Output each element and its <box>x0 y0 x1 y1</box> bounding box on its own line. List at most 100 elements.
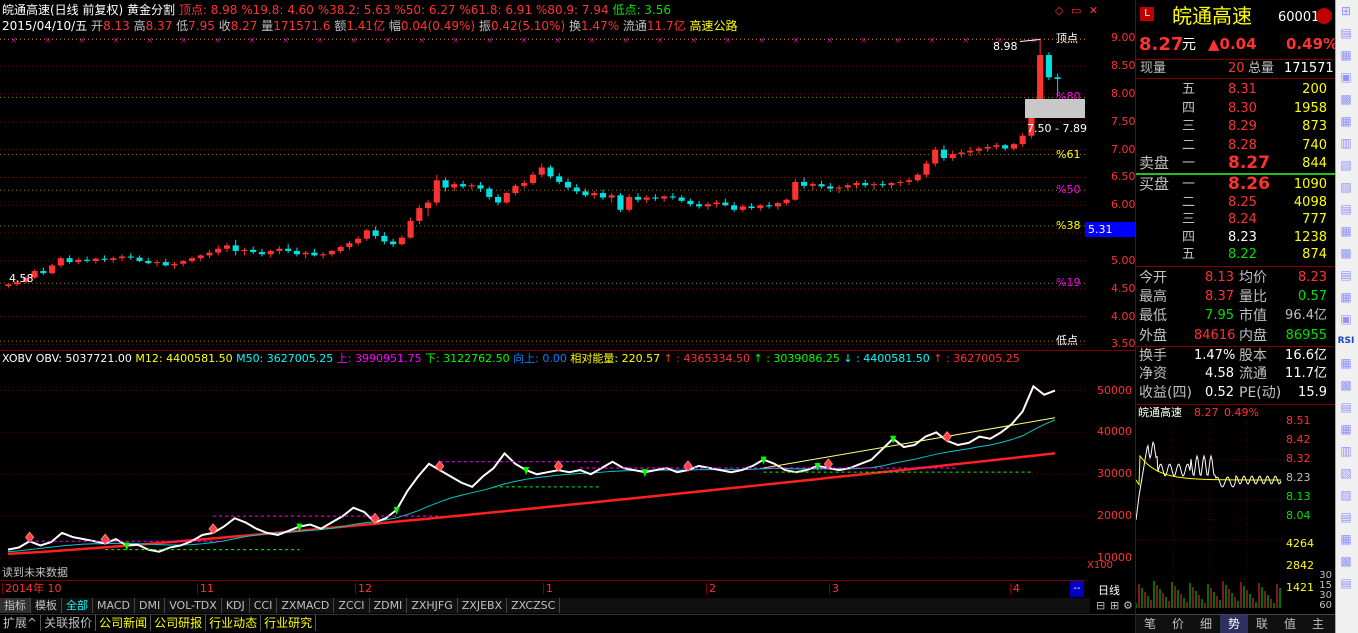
plus-icon[interactable]: ⊞ <box>1110 599 1119 612</box>
side-tool-icon[interactable]: ▣ <box>1336 308 1356 330</box>
diamond-icon[interactable]: ◇ <box>1055 4 1063 17</box>
indicator-tab[interactable]: 全部 <box>62 598 93 613</box>
candle-body <box>407 220 414 238</box>
bottom-link[interactable]: 行业动态 <box>206 615 262 631</box>
selection-box[interactable] <box>1025 99 1085 118</box>
side-tool-icon[interactable]: ▩ <box>1336 374 1356 396</box>
chart-controls[interactable]: ◇ ▭ ✕ <box>1055 4 1098 17</box>
side-tool-icon[interactable]: ▨ <box>1336 484 1356 506</box>
detail-tab[interactable]: 价 <box>1164 615 1192 633</box>
side-tool-icon[interactable]: ▤ <box>1336 396 1356 418</box>
marker-x: × <box>486 36 494 46</box>
l2-badge-icon[interactable]: L <box>1140 7 1154 21</box>
candle-body <box>800 181 808 186</box>
main-chart-area[interactable]: 皖通高速(日线 前复权) 黄金分割 顶点: 8.98 %19.8: 4.60 %… <box>0 0 1136 600</box>
now-vol: 20 <box>1228 61 1245 76</box>
obv-axis-label: 40000 <box>1097 425 1132 439</box>
side-tool-icon[interactable]: ▩ <box>1336 242 1356 264</box>
side-tool-icon[interactable]: ▤ <box>1336 572 1356 594</box>
side-tool-icon[interactable]: ▩ <box>1336 88 1356 110</box>
detail-tab[interactable]: 笔 <box>1136 615 1164 633</box>
alert-icon[interactable] <box>1316 8 1332 24</box>
order-book-row[interactable]: 二 8.25 4098 <box>1136 194 1333 212</box>
indicator-tab[interactable]: KDJ <box>222 598 250 613</box>
indicator-tab[interactable]: ZCCI <box>334 598 370 613</box>
side-tool-icon[interactable]: ▧ <box>1336 154 1356 176</box>
side-tool-icon[interactable]: ⊞ <box>1336 0 1356 22</box>
order-book-row[interactable]: 三 8.29 873 <box>1136 118 1333 136</box>
side-tool-icon[interactable]: ▦ <box>1336 286 1356 308</box>
mini-vol-label: 2842 <box>1286 559 1314 572</box>
order-book-row[interactable]: 五 8.22 874 <box>1136 246 1333 264</box>
detail-tab[interactable]: 势 <box>1220 615 1248 633</box>
now-vol-label: 现量 <box>1140 61 1167 76</box>
side-tool-icon[interactable]: ▦ <box>1336 418 1356 440</box>
side-tool-icon[interactable]: ▦ <box>1336 110 1356 132</box>
detail-tab[interactable]: 联 <box>1248 615 1276 633</box>
order-volume: 1090 <box>1293 177 1327 192</box>
side-tool-icon[interactable]: ▦ <box>1336 220 1356 242</box>
close-icon[interactable]: ✕ <box>1089 4 1098 17</box>
side-tool-icon[interactable]: ▤ <box>1336 22 1356 44</box>
side-tool-icon[interactable]: ▤ <box>1336 264 1356 286</box>
stat-value: 15.9 <box>1298 385 1327 401</box>
period-label[interactable]: 日线 <box>1098 582 1120 598</box>
indicator-tab[interactable]: VOL-TDX <box>165 598 222 613</box>
scroll-button[interactable]: -- <box>1070 581 1084 597</box>
order-book-row[interactable]: 四 8.23 1238 <box>1136 229 1333 247</box>
side-tool-icon[interactable]: ▥ <box>1336 440 1356 462</box>
order-book-row[interactable]: 买盘一 8.26 1090 <box>1136 176 1333 194</box>
indicator-tab[interactable]: 模板 <box>31 598 62 613</box>
side-tool-icon[interactable]: ▤ <box>1336 506 1356 528</box>
bottom-link[interactable]: 公司新闻 <box>96 615 152 631</box>
side-tool-icon[interactable]: RSI <box>1336 330 1356 352</box>
indicator-tab[interactable]: ZXMACD <box>277 598 335 613</box>
side-tool-icon[interactable]: ▥ <box>1336 132 1356 154</box>
quote-panel: L 皖通高速 600012 8.27 元 ▲0.04 0.49% 现量 20 总… <box>1135 0 1338 633</box>
intraday-chart[interactable] <box>1136 420 1284 608</box>
side-tool-icon[interactable]: ▨ <box>1336 176 1356 198</box>
obv-unit: X100 <box>1087 560 1113 571</box>
candle-body <box>188 258 196 261</box>
side-tool-icon[interactable]: ▣ <box>1336 66 1356 88</box>
stat-label: 收益(四) <box>1139 385 1192 402</box>
order-book-row[interactable]: 五 8.31 200 <box>1136 81 1333 99</box>
order-book-row[interactable]: 二 8.28 740 <box>1136 137 1333 155</box>
restore-icon[interactable]: ▭ <box>1071 4 1081 17</box>
side-tool-icon[interactable]: ▤ <box>1336 198 1356 220</box>
detail-tab[interactable]: 值 <box>1276 615 1304 633</box>
detail-tab[interactable]: 细 <box>1192 615 1220 633</box>
obv-item-value: 3122762.50 <box>439 352 510 365</box>
detail-tab[interactable]: 主 <box>1304 615 1332 633</box>
golden-point-value: 5.63 <box>359 3 391 17</box>
order-volume: 873 <box>1302 119 1327 134</box>
indicator-tab[interactable]: ZDMI <box>370 598 408 613</box>
order-book-row[interactable]: 四 8.30 1958 <box>1136 100 1333 118</box>
bottom-link[interactable]: 公司研报 <box>151 615 207 631</box>
indicator-tab[interactable]: CCI <box>250 598 278 613</box>
marker-x: × <box>622 36 630 46</box>
order-book-row[interactable]: 三 8.24 777 <box>1136 211 1333 229</box>
settings-icon[interactable]: ⚙ <box>1123 599 1133 612</box>
candlestick-chart[interactable]: × × × × × × × × × × × × × × × × × × × × × × × × × × × × × × × <box>0 30 1135 350</box>
side-tool-icon[interactable]: ▧ <box>1336 462 1356 484</box>
order-book-row[interactable]: 卖盘一 8.27 844 <box>1136 155 1333 173</box>
bottom-link[interactable]: 关联报价 <box>41 615 97 631</box>
indicator-tab[interactable]: ZXJEBX <box>458 598 508 613</box>
obv-indicator-chart[interactable] <box>0 365 1135 570</box>
side-tool-icon[interactable]: ▦ <box>1336 44 1356 66</box>
side-tool-icon[interactable]: ▦ <box>1336 352 1356 374</box>
indicator-tab[interactable]: 指标 <box>0 598 31 613</box>
stat-value: 0.57 <box>1298 289 1327 305</box>
bottom-link[interactable]: 扩展^ <box>0 615 42 631</box>
side-tool-icon[interactable]: ▩ <box>1336 550 1356 572</box>
indicator-tab[interactable]: DMI <box>135 598 166 613</box>
order-price: 8.24 <box>1228 212 1257 227</box>
minus-icon[interactable]: ⊟ <box>1096 599 1105 612</box>
indicator-tab[interactable]: ZXHJFG <box>407 598 458 613</box>
bottom-link[interactable]: 行业研究 <box>261 615 317 631</box>
indicator-tab[interactable]: ZXCZSC <box>507 598 561 613</box>
indicator-tab[interactable]: MACD <box>93 598 135 613</box>
side-tool-icon[interactable]: ▦ <box>1336 528 1356 550</box>
pane-divider[interactable] <box>0 350 1135 351</box>
